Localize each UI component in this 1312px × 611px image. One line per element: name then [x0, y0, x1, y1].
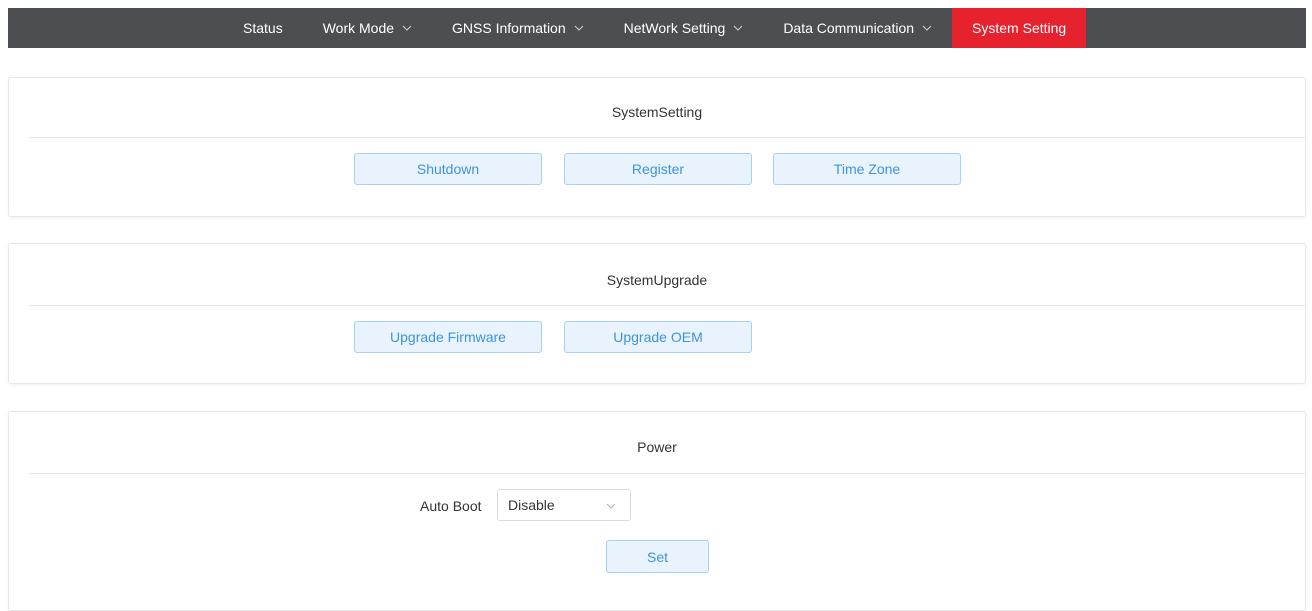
set-button[interactable]: Set [606, 540, 709, 573]
nav-item-label: System Setting [972, 20, 1067, 36]
divider [29, 305, 1305, 306]
nav-item-status[interactable]: Status [223, 8, 303, 48]
nav-item-gnss-information[interactable]: GNSS Information [432, 8, 604, 48]
auto-boot-label: Auto Boot [420, 498, 482, 514]
divider [29, 473, 1305, 474]
system-setting-title: SystemSetting [611, 104, 703, 120]
time-zone-button[interactable]: Time Zone [773, 153, 961, 185]
nav-item-label: NetWork Setting [623, 20, 726, 36]
chevron-down-icon [922, 24, 932, 32]
divider [29, 137, 1305, 138]
main-nav: Status Work Mode GNSS Information NetWor… [223, 8, 1087, 48]
nav-item-label: GNSS Information [452, 20, 566, 36]
register-button[interactable]: Register [564, 153, 752, 185]
auto-boot-value: Disable [508, 497, 555, 513]
nav-item-label: Data Communication [783, 20, 915, 36]
nav-item-label: Work Mode [322, 20, 395, 36]
chevron-down-icon [574, 24, 584, 32]
system-upgrade-panel: SystemUpgrade Upgrade Firmware Upgrade O… [8, 243, 1306, 384]
nav-item-label: Status [243, 20, 283, 36]
chevron-down-icon [733, 24, 743, 32]
system-setting-panel: SystemSetting Shutdown Register Time Zon… [8, 77, 1306, 217]
power-title: Power [637, 439, 677, 455]
auto-boot-select[interactable]: Disable [497, 489, 631, 521]
system-upgrade-title: SystemUpgrade [606, 272, 708, 288]
power-panel: Power Auto Boot Disable Set [8, 411, 1306, 611]
upgrade-firmware-button[interactable]: Upgrade Firmware [354, 321, 542, 353]
chevron-down-icon [606, 502, 616, 510]
shutdown-button[interactable]: Shutdown [354, 153, 542, 185]
nav-item-work-mode[interactable]: Work Mode [303, 8, 432, 48]
nav-item-data-communication[interactable]: Data Communication [763, 8, 952, 48]
top-nav-bar: Status Work Mode GNSS Information NetWor… [8, 8, 1306, 48]
nav-item-network-setting[interactable]: NetWork Setting [604, 8, 764, 48]
chevron-down-icon [402, 24, 412, 32]
upgrade-oem-button[interactable]: Upgrade OEM [564, 321, 752, 353]
nav-item-system-setting[interactable]: System Setting [952, 8, 1087, 48]
